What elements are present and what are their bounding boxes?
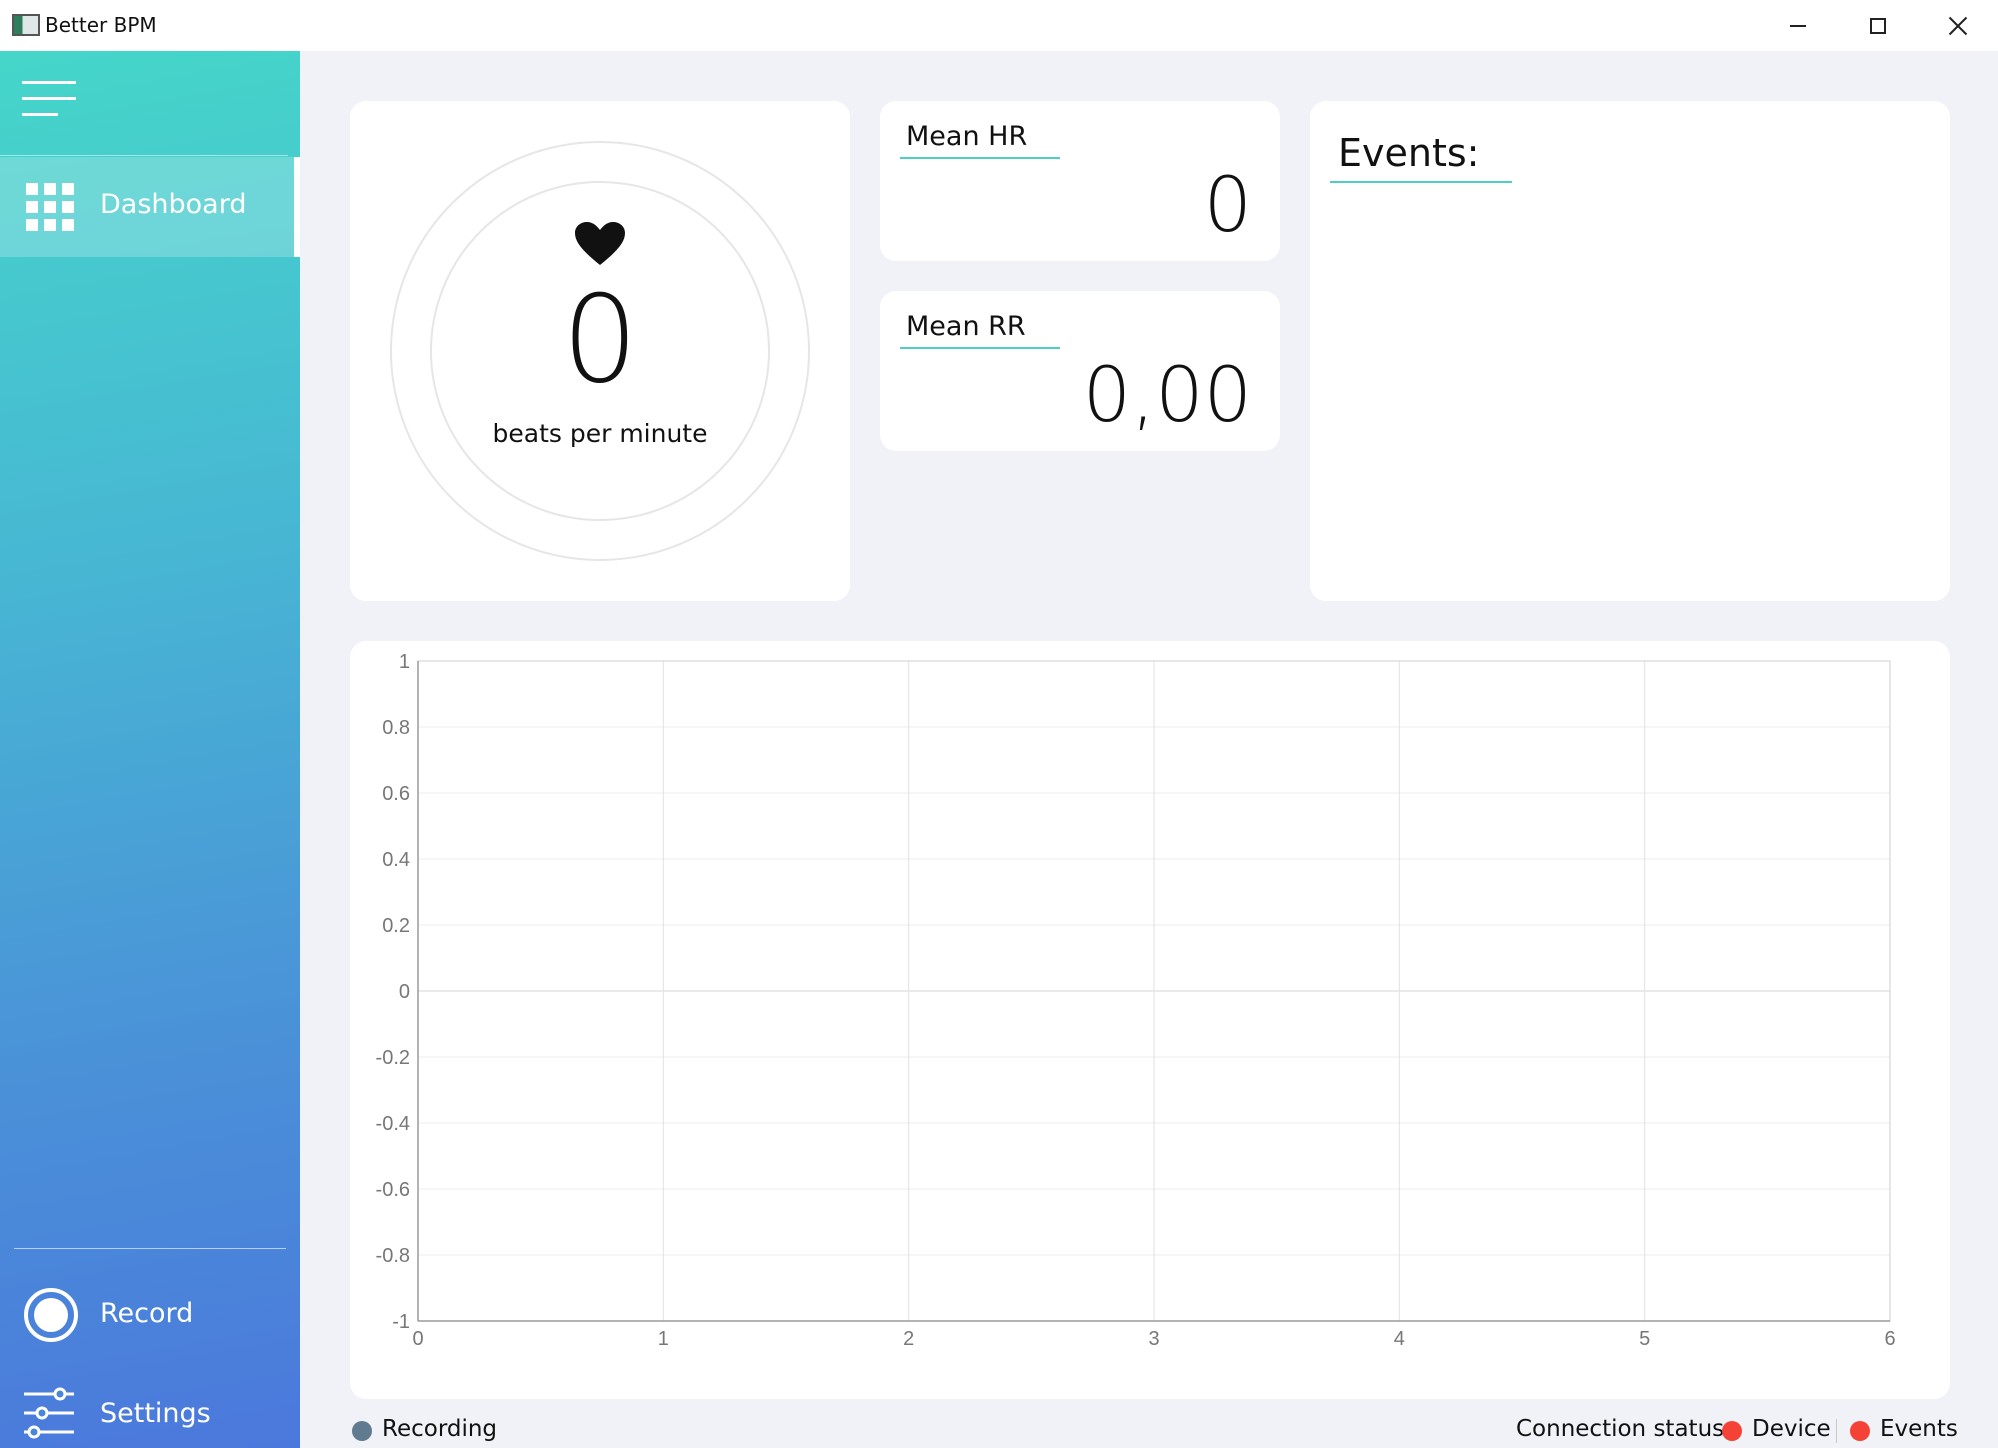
y-tick-label: -0.6 <box>376 1179 410 1201</box>
mean-hr-underline <box>900 157 1060 159</box>
minimize-icon <box>1790 24 1806 27</box>
x-tick-label: 1 <box>658 1328 669 1350</box>
sidebar-item-label: Dashboard <box>100 189 247 220</box>
sidebar-divider <box>14 1248 286 1249</box>
x-tick-label: 0 <box>412 1328 423 1350</box>
heart-icon <box>575 222 625 265</box>
bpm-value: 0 <box>561 271 639 410</box>
close-button[interactable] <box>1918 0 1998 51</box>
close-icon <box>1948 16 1968 36</box>
bpm-unit-label: beats per minute <box>492 419 708 448</box>
signal-chart-card: 1 0.8 0.6 0.4 0.2 0 -0.2 -0.4 -0.6 -0.8 -1 0 1 2 3 4 5 6 <box>350 641 1950 1399</box>
events-status-label: Events <box>1880 1416 1958 1442</box>
maximize-button[interactable] <box>1838 0 1918 51</box>
x-tick-label: 5 <box>1639 1328 1650 1350</box>
sidebar-item-label: Record <box>100 1298 194 1329</box>
events-status-dot <box>1850 1421 1870 1441</box>
bpm-card: 0 beats per minute <box>350 101 850 601</box>
status-bar: Recording Connection status: Device Even… <box>300 1413 1998 1448</box>
y-tick-label: 0.4 <box>382 849 410 871</box>
device-status-dot <box>1722 1421 1742 1441</box>
main-content: 0 beats per minute Mean HR 0 Mean RR 0,0… <box>300 51 1998 1448</box>
mean-rr-card: Mean RR 0,00 <box>880 291 1280 451</box>
device-status-label: Device <box>1752 1416 1831 1442</box>
x-tick-label: 4 <box>1394 1328 1405 1350</box>
x-tick-label: 6 <box>1884 1328 1895 1350</box>
window-title: Better BPM <box>45 13 157 37</box>
maximize-icon <box>1870 17 1886 34</box>
y-tick-label: 0.6 <box>382 783 410 805</box>
events-underline <box>1330 181 1512 183</box>
record-icon <box>24 1288 78 1342</box>
events-card: Events: <box>1310 101 1950 601</box>
app-icon <box>12 14 40 36</box>
hamburger-menu-icon[interactable] <box>22 81 76 117</box>
x-tick-label: 3 <box>1148 1328 1159 1350</box>
recording-status-label: Recording <box>382 1416 498 1442</box>
sidebar-item-settings[interactable]: Settings <box>0 1376 300 1448</box>
mean-hr-title: Mean HR <box>906 121 1028 152</box>
mean-hr-card: Mean HR 0 <box>880 101 1280 261</box>
y-tick-label: 0.2 <box>382 915 410 937</box>
y-tick-label: 1 <box>399 651 410 673</box>
y-tick-label: -0.4 <box>376 1113 410 1135</box>
title-bar: Better BPM <box>0 0 1998 51</box>
status-separator <box>1836 1419 1837 1443</box>
mean-hr-value: 0 <box>1203 160 1252 249</box>
y-tick-label: -0.2 <box>376 1047 410 1069</box>
y-tick-label: 0 <box>399 981 410 1003</box>
connection-status-label: Connection status: <box>1516 1416 1732 1442</box>
y-tick-label: 0.8 <box>382 717 410 739</box>
mean-rr-value: 0,00 <box>1082 350 1252 439</box>
recording-status-dot <box>352 1421 372 1441</box>
signal-chart: 10.80.60.40.20-0.2-0.4-0.6-0.8-10 1 2 3 4 5 6 <box>376 651 1896 1350</box>
sidebar-item-dashboard[interactable]: Dashboard <box>0 157 300 257</box>
mean-rr-underline <box>900 347 1060 349</box>
sidebar: Dashboard Record Settings <box>0 51 300 1448</box>
events-title: Events: <box>1338 131 1480 175</box>
y-tick-label: -0.8 <box>376 1245 410 1267</box>
grid-icon <box>26 183 74 231</box>
sliders-icon <box>24 1387 74 1439</box>
sidebar-item-record[interactable]: Record <box>0 1276 300 1356</box>
y-tick-label: -1 <box>392 1311 410 1333</box>
x-tick-label: 2 <box>903 1328 914 1350</box>
mean-rr-title: Mean RR <box>906 311 1026 342</box>
sidebar-divider <box>0 155 288 156</box>
minimize-button[interactable] <box>1758 0 1838 51</box>
sidebar-item-label: Settings <box>100 1398 211 1429</box>
